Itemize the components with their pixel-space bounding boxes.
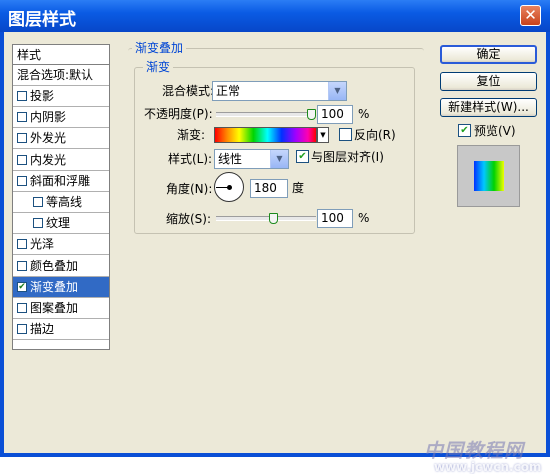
style-checkbox[interactable] — [17, 133, 27, 144]
style-list-label: 内阴影 — [30, 110, 67, 125]
opacity-label: 不透明度(P): — [144, 107, 213, 121]
opacity-slider-thumb[interactable] — [307, 109, 316, 120]
style-select[interactable]: 线性 ▼ — [214, 149, 289, 169]
opacity-input[interactable]: 100 — [317, 105, 353, 124]
style-checkbox[interactable] — [33, 197, 43, 207]
gradient-preview[interactable] — [214, 127, 317, 143]
style-list-item[interactable]: 等高线 — [13, 192, 109, 213]
style-list-label: 光泽 — [30, 237, 55, 252]
preview-checkbox[interactable]: ✔ — [458, 124, 471, 137]
new-style-button[interactable]: 新建样式(W)... — [440, 98, 537, 117]
angle-dial[interactable] — [214, 172, 244, 202]
style-list-label: 渐变叠加 — [30, 279, 79, 294]
style-checkbox[interactable] — [17, 239, 27, 250]
style-list-item[interactable]: 光泽 — [13, 234, 109, 256]
chevron-down-icon: ▼ — [270, 150, 288, 168]
style-list-item[interactable]: 纹理 — [13, 213, 109, 235]
preview-swatch — [474, 161, 504, 191]
angle-unit: 度 — [292, 181, 305, 195]
style-list-item[interactable]: 斜面和浮雕 — [13, 171, 109, 192]
gradient-legend: 渐变 — [143, 60, 174, 74]
style-list-label: 图案叠加 — [30, 301, 79, 315]
reset-button[interactable]: 复位 — [440, 72, 537, 91]
align-with-layer-checkbox[interactable]: ✔ — [296, 150, 309, 163]
watermark-url: www.jcwcn.com — [434, 460, 542, 474]
style-checkbox[interactable] — [17, 324, 27, 335]
angle-input[interactable]: 180 — [250, 179, 288, 198]
style-list-label: 颜色叠加 — [30, 258, 79, 273]
opacity-percent: % — [358, 107, 370, 121]
style-list-label: 斜面和浮雕 — [30, 173, 91, 188]
chevron-down-icon: ▼ — [328, 82, 346, 100]
watermark-logo: 中国教程网 — [424, 440, 525, 462]
style-list-item[interactable]: 颜色叠加 — [13, 256, 109, 277]
blend-mode-value: 正常 — [216, 84, 241, 98]
style-checkbox[interactable]: ✔ — [17, 281, 27, 292]
close-icon[interactable]: ✕ — [520, 5, 541, 26]
dialog-title: 图层样式 — [8, 10, 76, 30]
style-checkbox[interactable] — [17, 154, 27, 165]
blend-options-item[interactable]: 混合选项:默认 — [13, 65, 109, 86]
styles-list-header[interactable]: 样式 — [13, 45, 109, 65]
style-checkbox[interactable] — [33, 218, 43, 229]
layer-style-dialog: 图层样式 ✕ 样式 混合选项:默认 投影内阴影外发光内发光斜面和浮雕等高线纹理光… — [0, 0, 550, 474]
scale-percent: % — [358, 211, 370, 225]
style-list-label: 投影 — [30, 89, 55, 103]
style-checkbox[interactable] — [17, 303, 27, 313]
opacity-slider-track[interactable] — [216, 112, 316, 117]
style-value: 线性 — [218, 152, 243, 166]
reverse-label: 反向(R) — [354, 128, 396, 142]
style-list-item[interactable]: ✔ 渐变叠加 — [13, 276, 109, 298]
scale-slider-track[interactable] — [216, 216, 316, 221]
style-list-item[interactable]: 图案叠加 — [13, 298, 109, 319]
scale-input[interactable]: 100 — [317, 209, 353, 228]
scale-label: 缩放(S): — [166, 212, 212, 226]
align-with-layer-label: 与图层对齐(I) — [311, 150, 384, 164]
style-list-label: 描边 — [30, 322, 55, 337]
ok-button[interactable]: 确定 — [440, 45, 537, 64]
style-list-item[interactable]: 内阴影 — [13, 107, 109, 129]
gradient-label: 渐变: — [177, 128, 206, 142]
title-bar[interactable]: 图层样式 ✕ — [0, 0, 550, 32]
style-preview — [457, 145, 520, 207]
style-list-item[interactable]: 外发光 — [13, 128, 109, 150]
style-checkbox[interactable] — [17, 260, 27, 271]
style-checkbox[interactable] — [17, 112, 27, 123]
style-list-label: 纹理 — [46, 216, 71, 231]
angle-label: 角度(N): — [166, 182, 213, 196]
reverse-checkbox[interactable] — [339, 128, 352, 141]
style-list-item[interactable]: 描边 — [13, 319, 109, 341]
angle-dial-center — [227, 185, 232, 190]
style-list-label: 内发光 — [30, 152, 67, 167]
chevron-down-icon[interactable]: ▼ — [317, 127, 329, 143]
blend-mode-select[interactable]: 正常 ▼ — [212, 81, 347, 101]
style-list-label: 等高线 — [46, 195, 83, 209]
scale-slider-thumb[interactable] — [269, 213, 278, 224]
styles-list: 样式 混合选项:默认 投影 内阴影 外发光 内发光 斜面和浮雕 等高线 纹理 光泽 颜色叠加 ✔ 渐… — [12, 44, 110, 350]
style-checkbox[interactable] — [17, 175, 27, 186]
preview-label: 预览(V) — [474, 124, 516, 138]
dialog-client: 样式 混合选项:默认 投影 内阴影 外发光 内发光 斜面和浮雕 等高线 纹理 光泽 颜色叠加 ✔ 渐… — [4, 32, 546, 474]
style-list-item[interactable]: 投影 — [13, 86, 109, 107]
style-list-item[interactable]: 内发光 — [13, 150, 109, 171]
style-list-label: 外发光 — [30, 131, 67, 146]
style-checkbox[interactable] — [17, 91, 27, 101]
gradient-overlay-legend: 渐变叠加 — [132, 41, 187, 55]
style-label: 样式(L): — [168, 152, 213, 166]
blend-mode-label: 混合模式: — [162, 84, 215, 98]
